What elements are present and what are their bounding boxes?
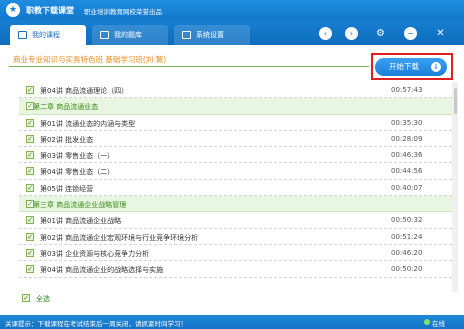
monitor-icon [18, 31, 27, 39]
checkbox-icon[interactable]: ✓ [26, 216, 34, 225]
lesson-duration: 00:40:07 [391, 183, 423, 192]
start-download-button[interactable]: 开始下载 ⇓ [375, 58, 447, 76]
lesson-row[interactable]: ✓ 第04讲 零售业态（二） 00:44:56 [19, 163, 452, 180]
chapter-row[interactable]: ✓ 第三章 商品流通企业战略管理 [19, 196, 452, 213]
lesson-name: 第03讲 零售业态（一） [40, 152, 115, 161]
title-bar: ★ 职教下载课堂 职业培训教育网校荣誉出品 [0, 0, 464, 20]
lesson-duration: 00:50:32 [391, 216, 423, 225]
status-bar: 关课提示：下载课程在考试结束后一周关闭，请抓紧时间学习！ 在线 [0, 315, 464, 329]
app-subtitle: 职业培训教育网校荣誉出品 [84, 8, 162, 16]
chapter-row[interactable]: ✓ 第二章 商品流通业态 [19, 98, 452, 115]
lesson-name: 第03讲 企业资源与核心竞争力分析 [40, 249, 150, 258]
lesson-name: 第02讲 商品流通企业宏观环境与行业竞争环境分析 [40, 233, 199, 242]
checkbox-icon: ✓ [22, 294, 30, 302]
lesson-duration: 00:46:36 [391, 151, 423, 160]
lesson-name: 第01讲 商品流通企业战略 [40, 217, 122, 226]
lesson-duration: 00:51:24 [391, 232, 423, 241]
lesson-row[interactable]: ✓ 第01讲 商品流通企业战略 00:50:32 [19, 212, 452, 229]
tab-label: 系统设置 [196, 31, 224, 39]
online-status-icon [424, 319, 430, 325]
lesson-name: 第04讲 商品流通理论（四） [40, 87, 129, 95]
select-all-label: 全选 [36, 295, 50, 303]
tab-my-courses[interactable]: 我的课程 [10, 25, 86, 45]
checkbox-icon[interactable]: ✓ [26, 183, 34, 192]
lesson-row[interactable]: ✓ 第04讲 商品流通企业的战略选择与实施 00:50:20 [19, 261, 452, 278]
book-icon [100, 31, 109, 39]
tab-label: 我的课程 [32, 31, 60, 39]
checkbox-icon[interactable]: ✓ [26, 265, 34, 274]
tab-system-settings[interactable]: 系统设置 [174, 25, 250, 45]
app-logo-icon: ★ [6, 3, 20, 17]
download-arrow-icon: ⇓ [431, 62, 441, 72]
lesson-name: 第05讲 连锁经营 [40, 184, 94, 193]
nav-bar: 我的课程 我的题库 系统设置 ‹ › ⚙ − ✕ [0, 20, 464, 45]
checkbox-icon[interactable]: ✓ [26, 232, 34, 241]
lesson-duration: 00:35:30 [391, 118, 423, 127]
course-header: 商业专业知识与实务特色班 基础学习班(刘 黧) [9, 52, 369, 67]
lesson-row[interactable]: ✓ 第02讲 批发业态 00:28:09 [19, 131, 452, 148]
tab-question-bank[interactable]: 我的题库 [92, 25, 168, 45]
checkbox-icon[interactable]: ✓ [26, 86, 34, 94]
download-label: 开始下载 [389, 62, 419, 71]
lesson-row[interactable]: ✓ 第03讲 零售业态（一） 00:46:36 [19, 147, 452, 164]
close-button[interactable]: ✕ [434, 27, 447, 40]
scrollbar-thumb[interactable] [454, 88, 457, 114]
forward-button[interactable]: › [345, 27, 358, 40]
checkbox-icon[interactable]: ✓ [26, 151, 34, 160]
lesson-name: 第04讲 商品流通企业的战略选择与实施 [40, 266, 164, 275]
back-button[interactable]: ‹ [319, 27, 332, 40]
lesson-name: 第02讲 批发业态 [40, 135, 94, 144]
lesson-row[interactable]: ✓ 第05讲 连锁经营 00:40:07 [19, 180, 452, 197]
status-message: 关课提示：下载课程在考试结束后一周关闭，请抓紧时间学习！ [5, 320, 187, 328]
settings-gear-button[interactable]: ⚙ [374, 27, 387, 40]
lesson-duration: 00:50:20 [391, 265, 423, 274]
lesson-list: ✓ 第04讲 商品流通理论（四） 00:57:43 ✓ 第二章 商品流通业态 ✓ 第01讲 … [19, 82, 452, 292]
checkbox-icon[interactable]: ✓ [26, 248, 34, 257]
lesson-row[interactable]: ✓ 第03讲 企业资源与核心竞争力分析 00:46:20 [19, 245, 452, 262]
chapter-title: 第三章 商品流通企业战略管理 [33, 201, 127, 210]
lesson-duration: 00:46:20 [391, 248, 423, 257]
app-title: 职教下载课堂 [26, 6, 74, 15]
lesson-row[interactable]: ✓ 第04讲 商品流通理论（四） 00:57:43 [19, 82, 452, 99]
lesson-name: 第01讲 流通业态的内涵与类型 [40, 119, 136, 128]
checkbox-icon[interactable]: ✓ [26, 118, 34, 127]
lesson-duration: 00:57:43 [391, 86, 423, 94]
lesson-duration: 00:44:56 [391, 167, 423, 176]
tab-label: 我的题库 [114, 31, 142, 39]
checkbox-icon[interactable]: ✓ [26, 167, 34, 176]
course-title: 商业专业知识与实务特色班 基础学习班(刘 黧) [13, 55, 167, 64]
online-label: 在线 [432, 320, 445, 328]
lesson-name: 第04讲 零售业态（二） [40, 168, 115, 177]
gear-icon [182, 31, 191, 39]
lesson-row[interactable]: ✓ 第02讲 商品流通企业宏观环境与行业竞争环境分析 00:51:24 [19, 229, 452, 245]
minimize-button[interactable]: − [404, 27, 417, 40]
lesson-row[interactable]: ✓ 第01讲 流通业态的内涵与类型 00:35:30 [19, 115, 452, 131]
chapter-title: 第二章 商品流通业态 [33, 103, 99, 112]
lesson-duration: 00:28:09 [391, 134, 423, 143]
checkbox-icon[interactable]: ✓ [26, 134, 34, 143]
